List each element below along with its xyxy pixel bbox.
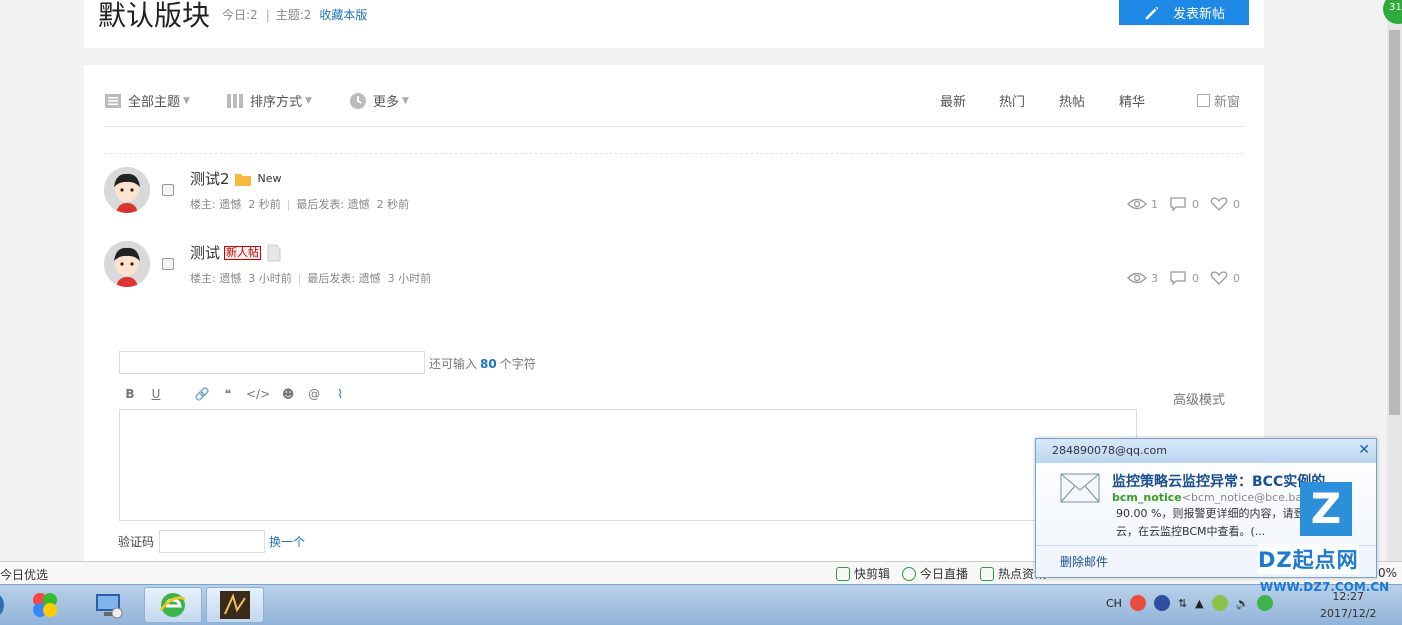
image-thumbnail-icon [220,591,250,619]
quote-icon[interactable]: ❝ [220,387,236,401]
new-post-button[interactable]: 发表新帖 [1119,0,1249,25]
topic-count: 主题:2 [275,8,312,22]
list-icon [105,93,121,108]
new-badge: New [257,172,282,185]
help-icon[interactable] [1153,595,1170,611]
windows-taskbar: CH ⇅ ▲ 🔈 12:27 2017/12/2 [0,584,1402,625]
avatar[interactable] [104,167,150,213]
live-icon [902,566,917,581]
thread-stats: 3 0 0 [1127,271,1240,285]
thread-stats: 1 0 0 [1127,197,1240,211]
list-divider [104,153,1244,154]
tab-hot[interactable]: 热门 [999,91,1025,110]
taskbar-browser[interactable] [144,587,202,623]
thread-meta: 楼主: 遗憾 2 秒前 | 最后发表: 遗憾 2 秒前 [190,198,410,211]
thread-title[interactable]: 测试2 New [190,168,282,189]
daily-picks-link[interactable]: 今日优选 [0,566,48,583]
thread-select-checkbox[interactable] [162,258,174,270]
tray-expand-icon[interactable]: ▲ [1195,597,1203,610]
clock-icon [350,92,366,109]
newbie-badge: 新人帖 [224,245,262,260]
windows-orb-icon [0,595,4,615]
underline-button[interactable]: U [148,387,164,401]
heart-icon [1210,271,1228,285]
link-icon[interactable]: 🔗 [194,387,210,401]
mail-account: 284890078@qq.com ✕ [1036,439,1376,463]
pencil-icon [1145,6,1159,19]
live-button[interactable]: 今日直播 [902,565,968,582]
advanced-mode-link[interactable]: 高级模式 [1173,389,1225,408]
forum-stats: 今日:2 | 主题:2 收藏本版 [222,8,368,22]
start-button[interactable] [0,587,10,623]
reply-title-input[interactable] [119,351,425,374]
tab-digest[interactable]: 精华 [1119,91,1145,110]
editor-toolbar: B U 🔗 ❝ </> ☻ @ ⌇ [122,387,348,401]
thread-title[interactable]: 测试 新人帖 [190,242,283,263]
remote-desktop-icon [96,594,123,619]
watermark-url: WWW.DZ7.COM.CN [1260,580,1390,594]
new-post-label: 发表新帖 [1172,7,1225,22]
envelope-icon [1060,473,1100,503]
comment-icon [1170,271,1186,285]
table-row: 测试 新人帖 楼主: 遗憾 3 小时前 | 最后发表: 遗憾 3 小时前 3 0 0 [104,241,1244,301]
watermark-name: DZ起点网 [1258,544,1359,574]
comment-icon [1170,197,1186,211]
all-topics-dropdown[interactable]: 全部主题 ▼ [104,91,190,110]
forum-title: 默认版块 [98,0,211,32]
taskbar-image-viewer[interactable] [206,587,264,623]
speed-badge[interactable]: 31 [1383,0,1402,24]
sogou-icon[interactable] [1129,595,1146,611]
tab-latest[interactable]: 最新 [940,91,966,110]
system-tray: CH ⇅ ▲ 🔈 [1106,595,1274,611]
avatar[interactable] [104,241,150,287]
at-icon[interactable]: @ [306,387,322,401]
sort-dropdown[interactable]: 排序方式 ▼ [226,91,312,110]
char-count-hint: 还可输入 80 个字符 [429,357,536,371]
today-count: 今日:2 [222,8,258,22]
delete-mail-button[interactable]: 删除邮件 [1060,553,1108,570]
scroll-thumb[interactable] [1389,30,1400,415]
statusbar-tools: 快剪辑 今日直播 热点资讯 [836,565,1046,582]
bold-button[interactable]: B [122,387,138,401]
taskbar-remote-desktop[interactable] [80,587,138,623]
captcha-refresh-link[interactable]: 换一个 [269,533,305,550]
folder-icon [234,173,251,186]
thread-meta: 楼主: 遗憾 3 小时前 | 最后发表: 遗憾 3 小时前 [190,272,432,285]
heart-icon [1210,197,1228,211]
taskbar-app-colorful[interactable] [16,587,74,623]
network-icon[interactable]: ⇅ [1178,597,1187,610]
code-icon[interactable]: </> [246,387,270,401]
tab-hot-posts[interactable]: 热帖 [1059,91,1085,110]
new-window-toggle[interactable]: 新窗 [1197,91,1240,110]
smiley-icon[interactable]: ☻ [280,387,296,401]
watermark-logo: Z [1300,482,1352,536]
app-icon [33,593,57,617]
browser-icon [160,593,186,617]
quick-clip-button[interactable]: 快剪辑 [836,565,890,582]
table-row: 测试2 New 楼主: 遗憾 2 秒前 | 最后发表: 遗憾 2 秒前 1 0 0 [104,167,1244,227]
reply-editor[interactable] [119,409,1137,521]
close-icon[interactable]: ✕ [1358,442,1370,458]
eye-icon [1127,272,1147,284]
input-language[interactable]: CH [1106,597,1122,610]
collect-forum-link[interactable]: 收藏本版 [319,8,367,22]
volume-icon[interactable]: 🔈 [1236,597,1250,610]
document-icon [267,244,281,261]
columns-icon [227,93,243,108]
eye-icon [1127,198,1147,210]
captcha-label: 验证码 [118,535,155,549]
play-icon [836,566,850,581]
new-window-checkbox[interactable] [1197,94,1210,107]
captcha-input[interactable] [159,530,265,553]
news-icon [980,566,995,581]
filter-bar: 全部主题 ▼ 排序方式 ▼ 更多 ▼ 最新 热门 热帖 精华 新窗 [104,91,1244,127]
attachment-icon[interactable]: ⌇ [332,387,348,401]
forum-header: 默认版块 今日:2 | 主题:2 收藏本版 发表新帖 [84,0,1264,48]
thread-select-checkbox[interactable] [162,184,174,196]
site-watermark: Z DZ起点网 WWW.DZ7.COM.CN [1254,476,1394,620]
more-dropdown[interactable]: 更多 ▼ [349,91,409,110]
security-icon[interactable] [1211,595,1228,611]
